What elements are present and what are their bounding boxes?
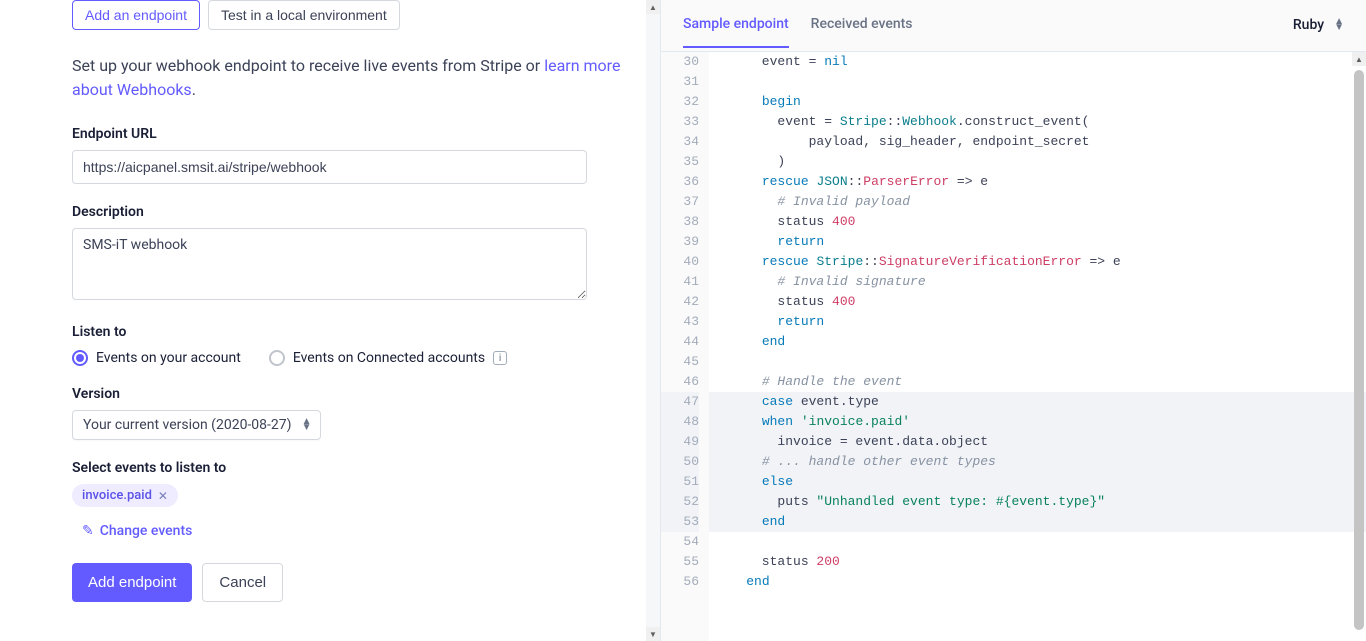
tab-test-local[interactable]: Test in a local environment (208, 0, 400, 30)
version-label: Version (72, 386, 636, 402)
intro-text: Set up your webhook endpoint to receive … (72, 54, 636, 102)
radio-events-on-account[interactable]: Events on your account (72, 350, 241, 366)
chevron-updown-icon: ▲▼ (1334, 19, 1344, 31)
radio-label-connected: Events on Connected accounts (293, 350, 485, 366)
radio-dot-icon (269, 350, 285, 366)
code-lines[interactable]: event = nil begin event = Stripe::Webhoo… (709, 52, 1366, 641)
intro-period: . (192, 80, 196, 99)
tab-add-endpoint[interactable]: Add an endpoint (72, 0, 200, 30)
event-chip-invoice-paid[interactable]: invoice.paid ✕ (72, 484, 178, 507)
chip-remove-icon[interactable]: ✕ (158, 489, 168, 503)
language-label: Ruby (1293, 17, 1324, 33)
scroll-down-icon[interactable]: ▼ (646, 627, 660, 641)
radio-label-own: Events on your account (96, 350, 241, 366)
cancel-button[interactable]: Cancel (202, 563, 283, 602)
radio-events-on-connected[interactable]: Events on Connected accounts i (269, 350, 507, 366)
endpoint-url-input[interactable] (72, 150, 587, 184)
line-number-gutter: 3031323334353637383940414243444546474849… (661, 52, 709, 641)
info-icon[interactable]: i (493, 351, 507, 365)
change-events-link[interactable]: ✎ Change events (82, 523, 192, 539)
description-textarea[interactable]: SMS-iT webhook (72, 228, 587, 300)
language-select[interactable]: Ruby ▲▼ (1293, 17, 1344, 47)
tab-sample-endpoint[interactable]: Sample endpoint (683, 16, 789, 48)
tab-received-events[interactable]: Received events (811, 16, 913, 48)
description-label: Description (72, 204, 636, 220)
version-select[interactable]: Your current version (2020-08-27) ▲▼ (72, 410, 321, 440)
radio-dot-selected-icon (72, 350, 88, 366)
edit-icon: ✎ (82, 523, 94, 539)
endpoint-url-label: Endpoint URL (72, 126, 636, 142)
code-sample: 3031323334353637383940414243444546474849… (661, 52, 1366, 641)
scroll-up-icon[interactable]: ▲ (646, 0, 660, 14)
select-events-label: Select events to listen to (72, 460, 636, 476)
add-endpoint-button[interactable]: Add endpoint (72, 563, 192, 602)
intro-line: Set up your webhook endpoint to receive … (72, 56, 544, 75)
listen-to-label: Listen to (72, 324, 636, 340)
version-selected-text: Your current version (2020-08-27) (83, 417, 292, 433)
chip-label: invoice.paid (82, 488, 152, 503)
chevron-updown-icon: ▲▼ (302, 419, 312, 431)
scrollbar-thumb[interactable] (1354, 70, 1364, 630)
left-scrollbar[interactable]: ▲ ▼ (646, 0, 660, 641)
scroll-up-icon[interactable]: ▲ (1352, 52, 1366, 66)
change-events-label: Change events (100, 523, 193, 539)
